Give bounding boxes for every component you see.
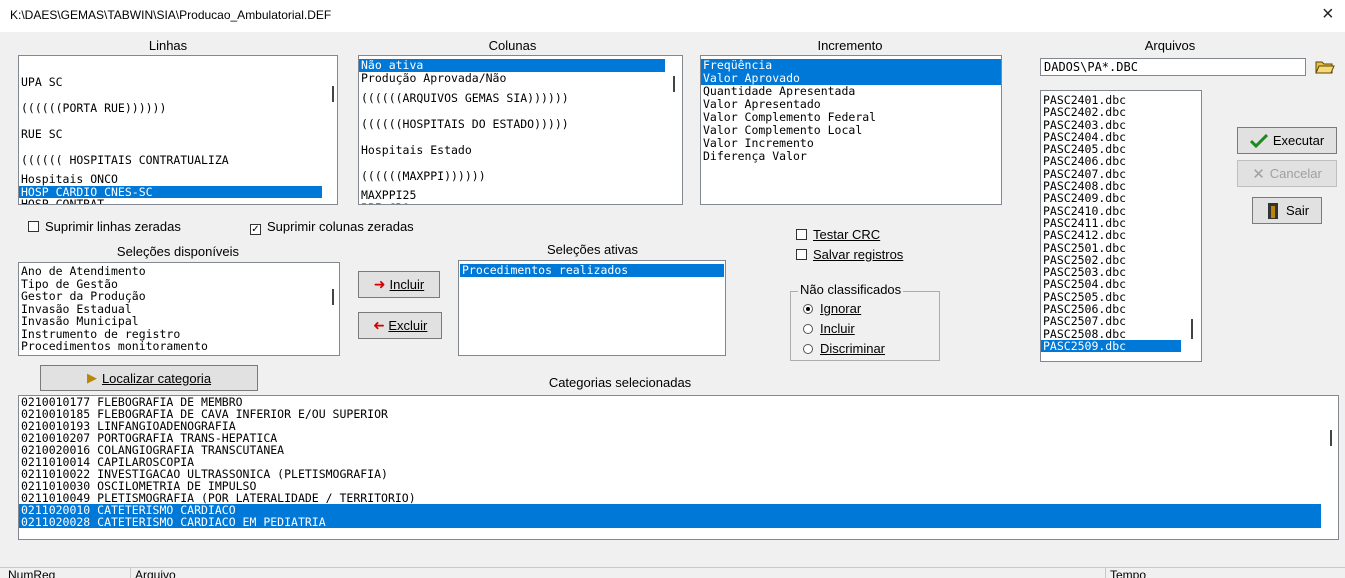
- arquivo-list-item[interactable]: PASC2412.dbc: [1041, 229, 1181, 242]
- incremento-header: Incremento: [817, 38, 883, 53]
- linhas-list-item[interactable]: ((((((PORTA RUE)))))): [19, 95, 322, 121]
- arquivos-scrollbar[interactable]: [1191, 319, 1193, 339]
- suprimir-linhas-checkbox[interactable]: Suprimir linhas zeradas: [28, 219, 181, 234]
- linhas-list-item[interactable]: (((((( HOSPITAIS CONTRATUALIZA: [19, 147, 322, 173]
- arquivo-list-item[interactable]: PASC2402.dbc: [1041, 106, 1181, 119]
- localizar-categoria-button[interactable]: ▶ Localizar categoria: [40, 365, 258, 391]
- linhas-header: Linhas: [148, 38, 188, 53]
- arquivo-list-item[interactable]: PASC2509.dbc: [1041, 340, 1181, 352]
- status-numreg: NumReg: [8, 567, 118, 578]
- radio-unselected-icon: [803, 344, 813, 354]
- nao-classificados-legend: Não classificados: [798, 282, 904, 297]
- testar-crc-checkbox[interactable]: Testar CRC: [796, 227, 880, 242]
- excluir-label: Excluir: [388, 318, 428, 333]
- categoria-list-item[interactable]: 0211020028 CATETERISMO CARDIACO EM PEDIA…: [19, 516, 1321, 528]
- linhas-scrollbar[interactable]: [332, 86, 334, 102]
- categorias-list[interactable]: 0210010177 FLEBOGRAFIA DE MEMBRO 02100101…: [18, 395, 1339, 540]
- find-category-icon: ▶: [86, 370, 97, 385]
- checkbox-box-icon: [796, 229, 807, 240]
- arquivos-file-list[interactable]: PASC2401.dbc PASC2402.dbc PASC2403.dbc PASC…: [1040, 90, 1202, 362]
- selecao-disponivel-item[interactable]: Procedimentos monitoramento: [19, 340, 324, 353]
- arrow-left-icon: ➜: [372, 317, 385, 333]
- incluir-button[interactable]: ➜ Incluir: [358, 271, 440, 298]
- arquivos-header: Arquivos: [1144, 38, 1196, 53]
- selecao-ativa-item[interactable]: Procedimentos realizados: [460, 264, 724, 277]
- linhas-list-item[interactable]: UPA SC: [19, 69, 322, 95]
- salvar-registros-label: Salvar registros: [813, 247, 904, 262]
- checkmark-icon: ✓: [250, 224, 261, 235]
- exit-door-icon: [1267, 202, 1278, 219]
- cancel-x-icon: ✕: [1252, 165, 1265, 183]
- colunas-list[interactable]: Não ativa Produção Aprovada/Não ((((((ARQU…: [358, 55, 683, 205]
- excluir-button[interactable]: ➜ Excluir: [358, 312, 442, 339]
- checkbox-box-icon: [796, 249, 807, 260]
- radio-ignorar-label: Ignorar: [820, 301, 862, 316]
- radio-discriminar[interactable]: Discriminar: [803, 341, 885, 356]
- selecao-disponivel-item[interactable]: Ano de Atendimento: [19, 265, 324, 278]
- linhas-list-item[interactable]: Hospitais ONCO: [19, 173, 322, 186]
- categoria-list-item[interactable]: 0210020016 COLANGIOGRAFIA TRANSCUTANEA: [19, 444, 1321, 456]
- selecao-disponivel-item[interactable]: Invasão Municipal: [19, 315, 324, 328]
- arquivos-path-input[interactable]: DADOS\PA*.DBC: [1040, 58, 1306, 76]
- linhas-list-item[interactable]: HOSP CONTRAT: [19, 198, 322, 204]
- selecoes-ativas-list[interactable]: Procedimentos realizados: [458, 260, 726, 356]
- executar-label: Executar: [1272, 133, 1325, 148]
- radio-ignorar[interactable]: Ignorar: [803, 301, 861, 316]
- executar-button[interactable]: Executar: [1237, 127, 1337, 154]
- colunas-list-item[interactable]: Hospitais Estado: [359, 137, 665, 163]
- radio-unselected-icon: [803, 324, 813, 334]
- colunas-list-item[interactable]: ((((((ARQUIVOS GEMAS SIA)))))): [359, 85, 665, 111]
- selecoes-disponiveis-header: Seleções disponíveis: [116, 244, 240, 259]
- cancelar-button[interactable]: ✕ Cancelar: [1237, 160, 1337, 187]
- radio-selected-icon: [803, 304, 813, 314]
- colunas-list-item[interactable]: PPI CRO: [359, 202, 665, 205]
- status-tempo: Tempo: [1105, 567, 1345, 578]
- colunas-header: Colunas: [488, 38, 537, 53]
- sair-label: Sair: [1285, 203, 1310, 218]
- linhas-list[interactable]: UPA SC ((((((PORTA RUE)))))) RUE SC(((((( …: [18, 55, 338, 205]
- salvar-registros-checkbox[interactable]: Salvar registros: [796, 247, 903, 262]
- selecoes-ativas-header: Seleções ativas: [546, 242, 639, 257]
- folder-open-icon[interactable]: [1314, 58, 1336, 76]
- status-arquivo: Arquivo: [130, 567, 1080, 578]
- colunas-list-item[interactable]: ((((((MAXPPI)))))): [359, 163, 665, 189]
- arquivo-list-item[interactable]: PASC2504.dbc: [1041, 278, 1181, 291]
- suprimir-colunas-checkbox[interactable]: ✓ Suprimir colunas zeradas: [250, 219, 414, 235]
- colunas-list-item[interactable]: Produção Aprovada/Não: [359, 72, 665, 85]
- categorias-header: Categorias selecionadas: [548, 375, 692, 390]
- incremento-list[interactable]: Freqüência Valor Aprovado Quantidade Apres…: [700, 55, 1002, 205]
- close-icon[interactable]: ×: [1322, 4, 1334, 24]
- suprimir-colunas-label: Suprimir colunas zeradas: [267, 219, 414, 234]
- checkbox-box-icon: [28, 221, 39, 232]
- check-icon: [1249, 133, 1268, 148]
- categorias-scrollbar[interactable]: [1330, 430, 1332, 446]
- colunas-scrollbar[interactable]: [673, 76, 675, 92]
- arquivo-list-item[interactable]: PASC2501.dbc: [1041, 241, 1181, 254]
- selecao-disponivel-item[interactable]: Gestor da Produção: [19, 290, 324, 303]
- arquivo-list-item[interactable]: PASC2406.dbc: [1041, 155, 1181, 168]
- selecoes-disponiveis-scrollbar[interactable]: [332, 289, 334, 305]
- linhas-list-item[interactable]: RUE SC: [19, 121, 322, 147]
- suprimir-linhas-label: Suprimir linhas zeradas: [45, 219, 181, 234]
- cancelar-label: Cancelar: [1269, 166, 1322, 181]
- incremento-list-item[interactable]: Diferença Valor: [701, 150, 1001, 163]
- colunas-list-item[interactable]: ((((((HOSPITAIS DO ESTADO))))): [359, 111, 665, 137]
- radio-discriminar-label: Discriminar: [820, 341, 885, 356]
- arquivo-list-item[interactable]: PASC2409.dbc: [1041, 192, 1181, 205]
- radio-incluir[interactable]: Incluir: [803, 321, 855, 336]
- localizar-categoria-label: Localizar categoria: [101, 370, 212, 386]
- sair-button[interactable]: Sair: [1252, 197, 1322, 224]
- radio-incluir-label: Incluir: [820, 321, 855, 336]
- selecoes-disponiveis-list[interactable]: Ano de Atendimento Tipo de Gestão Gestor d…: [18, 262, 340, 356]
- arrow-right-icon: ➜: [373, 276, 386, 292]
- window-title: K:\DAES\GEMAS\TABWIN\SIA\Producao_Ambula…: [10, 8, 332, 22]
- arquivo-list-item[interactable]: PASC2507.dbc: [1041, 315, 1181, 328]
- testar-crc-label: Testar CRC: [813, 227, 881, 242]
- incluir-label: Incluir: [389, 277, 425, 292]
